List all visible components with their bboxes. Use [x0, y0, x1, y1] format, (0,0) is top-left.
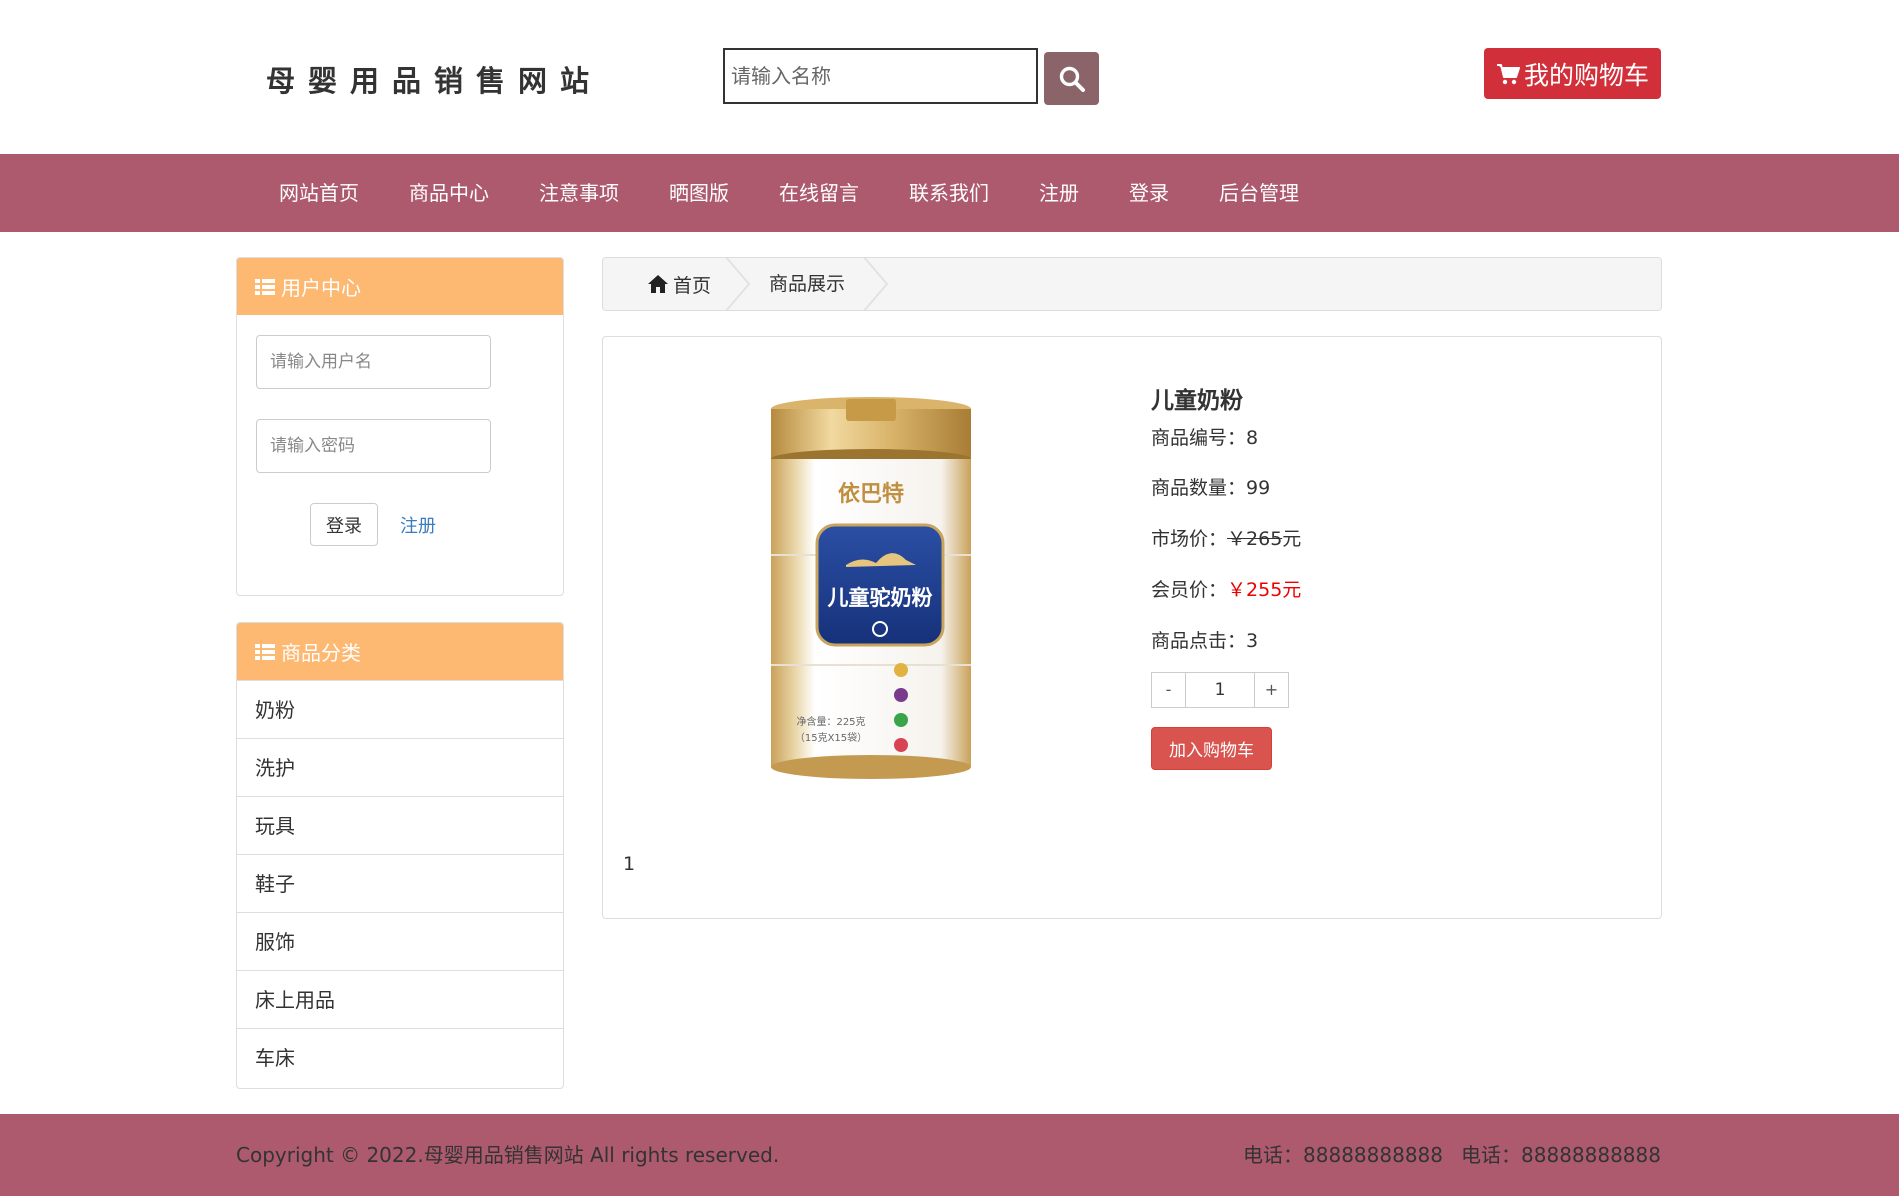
category-item-bedding[interactable]: 床上用品 — [237, 970, 563, 1028]
product-id-row: 商品编号：8 — [1151, 423, 1258, 450]
main-nav: 网站首页 商品中心 注意事项 晒图版 在线留言 联系我们 注册 登录 后台管理 — [0, 154, 1899, 232]
password-field[interactable] — [256, 419, 491, 473]
user-center-panel: 用户中心 登录 注册 — [236, 257, 564, 596]
product-name: 儿童奶粉 — [1151, 388, 1243, 414]
product-detail: 依巴特 儿童驼奶粉 净含量：225克 （15克X15袋） 儿童奶粉 商品编号：8… — [602, 336, 1662, 919]
user-center-title: 用户中心 — [281, 276, 361, 300]
register-link[interactable]: 注册 — [400, 512, 436, 538]
product-id: 8 — [1246, 427, 1259, 449]
breadcrumb-home-label: 首页 — [673, 274, 712, 297]
nav-item-login[interactable]: 登录 — [1104, 154, 1194, 232]
breadcrumb-separator — [725, 258, 751, 310]
quantity-input[interactable] — [1185, 673, 1255, 707]
market-price-unit: 元 — [1282, 528, 1302, 550]
add-to-cart-button[interactable]: 加入购物车 — [1151, 727, 1272, 770]
quantity-stepper: - + — [1151, 672, 1289, 708]
category-header: 商品分类 — [237, 623, 563, 680]
market-price-label: 市场价： — [1151, 528, 1228, 550]
nav-item-admin[interactable]: 后台管理 — [1194, 154, 1324, 232]
member-price-label: 会员价： — [1151, 579, 1228, 601]
product-id-label: 商品编号： — [1151, 427, 1247, 449]
nav-item-notes[interactable]: 注意事项 — [514, 154, 644, 232]
breadcrumb-home[interactable]: 首页 — [647, 258, 711, 310]
product-stock-label: 商品数量： — [1151, 477, 1247, 499]
category-item-toys[interactable]: 玩具 — [237, 796, 563, 854]
username-field[interactable] — [256, 335, 491, 389]
product-clicks: 3 — [1246, 630, 1259, 652]
category-item-care[interactable]: 洗护 — [237, 738, 563, 796]
quantity-decrease-button[interactable]: - — [1152, 673, 1185, 707]
copyright-text: Copyright © 2022.母婴用品销售网站 All rights res… — [236, 1143, 780, 1167]
nav-item-contact[interactable]: 联系我们 — [884, 154, 1014, 232]
member-price: ￥255元 — [1227, 579, 1302, 601]
footer-phones: 电话：88888888888 电话：88888888888 — [1243, 1114, 1661, 1196]
search-button[interactable] — [1044, 52, 1099, 105]
list-icon — [255, 643, 275, 660]
product-stock-row: 商品数量：99 — [1151, 473, 1270, 500]
category-title: 商品分类 — [281, 641, 361, 665]
member-price-row: 会员价：￥255元 — [1151, 575, 1301, 602]
product-image: 依巴特 儿童驼奶粉 净含量：225克 （15克X15袋） — [771, 397, 971, 779]
header: 母婴用品销售网站 我的购物车 — [0, 0, 1899, 154]
breadcrumb: 首页 商品展示 — [602, 257, 1662, 311]
my-cart-button[interactable]: 我的购物车 — [1484, 48, 1661, 99]
site-title: 母婴用品销售网站 — [266, 64, 603, 98]
product-image-brand: 依巴特 — [838, 481, 904, 507]
product-clicks-row: 商品点击：3 — [1151, 626, 1258, 653]
nav-item-home[interactable]: 网站首页 — [254, 154, 384, 232]
breadcrumb-separator — [863, 258, 889, 310]
market-price-row: 市场价：￥265元 — [1151, 524, 1301, 551]
quantity-increase-button[interactable]: + — [1255, 673, 1288, 707]
pagination-page-1[interactable]: 1 — [623, 853, 635, 875]
category-item-cribs[interactable]: 车床 — [237, 1028, 563, 1086]
product-stock: 99 — [1246, 477, 1271, 499]
nav-item-products[interactable]: 商品中心 — [384, 154, 514, 232]
category-item-shoes[interactable]: 鞋子 — [237, 854, 563, 912]
search-input[interactable] — [723, 48, 1038, 104]
login-button[interactable]: 登录 — [310, 503, 378, 546]
user-center-header: 用户中心 — [237, 258, 563, 315]
product-image-name: 儿童驼奶粉 — [828, 586, 933, 610]
product-clicks-label: 商品点击： — [1151, 630, 1247, 652]
home-icon — [648, 275, 668, 293]
product-image-net2: （15克X15袋） — [795, 731, 867, 744]
category-item-clothing[interactable]: 服饰 — [237, 912, 563, 970]
shopping-cart-icon — [1496, 63, 1520, 84]
phone-2: 电话：88888888888 — [1461, 1143, 1661, 1167]
category-panel: 商品分类 奶粉 洗护 玩具 鞋子 服饰 床上用品 车床 — [236, 622, 564, 1089]
phone-1: 电话：88888888888 — [1243, 1143, 1444, 1167]
nav-item-photo-board[interactable]: 晒图版 — [644, 154, 754, 232]
market-price: ￥265 — [1227, 528, 1283, 550]
product-image-net: 净含量：225克 — [796, 715, 865, 728]
nav-item-messages[interactable]: 在线留言 — [754, 154, 884, 232]
nav-item-register[interactable]: 注册 — [1014, 154, 1104, 232]
category-item-milk-powder[interactable]: 奶粉 — [237, 680, 563, 738]
my-cart-label: 我的购物车 — [1523, 60, 1649, 90]
search-icon — [1059, 66, 1085, 92]
list-icon — [255, 278, 275, 295]
breadcrumb-current: 商品展示 — [769, 273, 846, 295]
footer: Copyright © 2022.母婴用品销售网站 All rights res… — [0, 1114, 1899, 1196]
